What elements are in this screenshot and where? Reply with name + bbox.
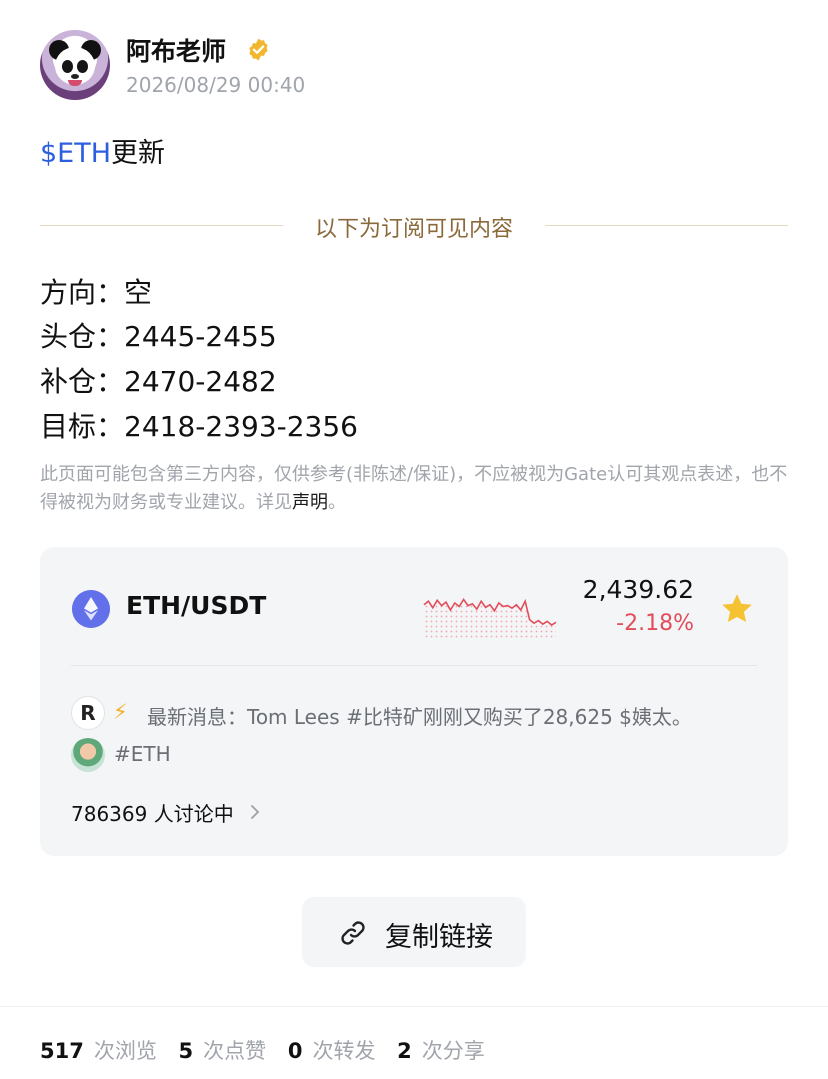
footer-divider xyxy=(0,1006,828,1007)
price-change: -2.18% xyxy=(616,611,694,636)
price-sparkline xyxy=(423,597,557,638)
card-divider xyxy=(71,665,757,666)
panda-mouth xyxy=(68,80,82,86)
topic-avatar xyxy=(71,738,105,772)
favorite-star-icon[interactable] xyxy=(719,591,755,627)
discussion-count[interactable]: 786369 人讨论中 xyxy=(71,798,234,827)
post-headline: $ETH更新 xyxy=(40,131,165,170)
signal-value: 2445-2455 xyxy=(124,320,277,353)
reposts-label: 次转发 xyxy=(312,1039,376,1063)
news-headline: Tom Lees #比特矿刚刚又购买了28,625 $姨太。 xyxy=(247,705,692,729)
copy-link-label[interactable]: 复制链接 xyxy=(385,915,493,954)
divider-line-right xyxy=(545,225,788,226)
headline-suffix: 更新 xyxy=(111,138,166,169)
disclaimer-end: 。 xyxy=(328,492,346,513)
last-price: 2,439.62 xyxy=(582,575,694,604)
post-stats: 517 次浏览 5 次点赞 0 次转发 2 次分享 xyxy=(40,1035,500,1065)
signal-label: 目标： xyxy=(40,410,125,443)
subscriber-divider-label: 以下为订阅可见内容 xyxy=(314,217,513,242)
signal-add-position: 补仓：2470-2482 xyxy=(40,360,277,400)
news-prefix: 最新消息： xyxy=(147,705,247,729)
link-icon[interactable] xyxy=(338,918,368,948)
views-count: 517 xyxy=(40,1039,84,1063)
signal-value: 2470-2482 xyxy=(124,365,277,398)
disclaimer-statement-link[interactable]: 声明 xyxy=(292,492,328,513)
disclaimer: 此页面可能包含第三方内容，仅供参考(非陈述/保证)，不应被视为Gate认可其观点… xyxy=(40,461,788,517)
views-label: 次浏览 xyxy=(93,1039,157,1063)
disclaimer-text: 此页面可能包含第三方内容，仅供参考(非陈述/保证)，不应被视为Gate认可其观点… xyxy=(40,464,788,513)
signal-first-position: 头仓：2445-2455 xyxy=(40,315,277,355)
likes-count: 5 xyxy=(178,1039,194,1063)
panda-nose xyxy=(71,74,79,79)
author-avatar[interactable] xyxy=(40,30,110,100)
author-name[interactable]: 阿布老师 xyxy=(126,32,226,68)
reposts-count: 0 xyxy=(287,1039,303,1063)
likes-label: 次点赞 xyxy=(203,1039,267,1063)
lightning-icon: ⚡ xyxy=(113,700,128,724)
shares-count: 2 xyxy=(397,1039,412,1063)
signal-target: 目标：2418-2393-2356 xyxy=(40,405,358,445)
signal-value: 空 xyxy=(124,276,153,309)
signal-value: 2418-2393-2356 xyxy=(124,410,358,443)
panda-eye-right xyxy=(77,60,88,73)
divider-line-left xyxy=(40,225,283,226)
signal-label: 方向： xyxy=(40,276,125,309)
latest-news[interactable]: 最新消息：Tom Lees #比特矿刚刚又购买了28,625 $姨太。 xyxy=(147,701,692,730)
news-source-logo: R xyxy=(71,696,105,730)
signal-label: 头仓： xyxy=(40,320,125,353)
eth-coin-icon xyxy=(72,590,110,628)
verified-badge-icon xyxy=(249,38,268,61)
topic-hashtag[interactable]: #ETH xyxy=(114,742,171,766)
trading-pair[interactable]: ETH/USDT xyxy=(126,591,266,620)
chevron-right-icon[interactable] xyxy=(248,803,262,821)
signal-label: 补仓： xyxy=(40,365,125,398)
signal-direction: 方向：空 xyxy=(40,271,152,311)
post-timestamp: 2026/08/29 00:40 xyxy=(126,73,306,97)
ticker-link[interactable]: $ETH xyxy=(40,138,111,169)
panda-eye-left xyxy=(62,60,73,73)
shares-label: 次分享 xyxy=(421,1039,485,1063)
